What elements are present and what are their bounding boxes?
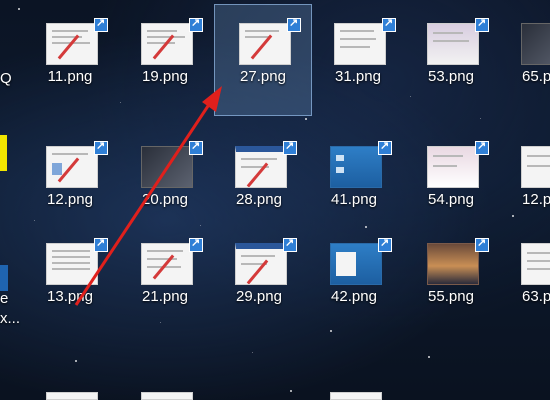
file-thumbnail (521, 146, 550, 188)
shortcut-arrow-icon (475, 16, 489, 32)
shortcut-arrow-icon (287, 16, 301, 32)
file-name: 63.png (522, 288, 550, 305)
desktop-file[interactable]: 63.png (497, 225, 550, 335)
file-thumbnail (330, 146, 382, 188)
file-name: 21.png (142, 288, 188, 305)
file-name: 54.png (428, 191, 474, 208)
file-thumbnail (235, 243, 287, 285)
file-thumbnail (427, 23, 479, 65)
file-thumbnail (427, 146, 479, 188)
desktop-file[interactable] (22, 378, 118, 400)
file-name: 65.png (522, 68, 550, 85)
file-name: 12.png (47, 191, 93, 208)
file-name: 31.png (335, 68, 381, 85)
desktop-file[interactable]: 55.png (403, 225, 499, 335)
file-name: 42.png (331, 288, 377, 305)
shortcut-arrow-icon (94, 16, 108, 32)
shortcut-arrow-icon (475, 236, 489, 252)
desktop-file[interactable]: 12.png (497, 128, 550, 238)
desktop-file[interactable]: 31.png (310, 5, 406, 115)
desktop-file[interactable]: 42.png (306, 225, 402, 335)
file-thumbnail (46, 243, 98, 285)
desktop-file[interactable] (306, 378, 402, 400)
file-name: 27.png (240, 68, 286, 85)
shortcut-arrow-icon (94, 139, 108, 155)
desktop-file[interactable]: 53.png (403, 5, 499, 115)
file-thumbnail (46, 23, 98, 65)
edge-label-row3b: x... (0, 310, 21, 327)
desktop-file[interactable]: 28.png (211, 128, 307, 238)
file-thumbnail (521, 23, 550, 65)
shortcut-arrow-icon (475, 139, 489, 155)
edge-label-row1: Q (0, 70, 12, 87)
file-thumbnail (239, 23, 291, 65)
file-thumbnail (141, 146, 193, 188)
shortcut-arrow-icon (283, 236, 297, 252)
file-name: 55.png (428, 288, 474, 305)
file-thumbnail (521, 243, 550, 285)
file-thumbnail (141, 23, 193, 65)
file-thumbnail (330, 243, 382, 285)
file-name: 28.png (236, 191, 282, 208)
shortcut-arrow-icon (283, 139, 297, 155)
shortcut-arrow-icon (189, 139, 203, 155)
file-thumbnail (46, 392, 98, 400)
desktop-file[interactable]: 21.png (117, 225, 213, 335)
file-thumbnail (427, 243, 479, 285)
edge-label-row3a: e (0, 290, 9, 307)
file-name: 29.png (236, 288, 282, 305)
file-name: 20.png (142, 191, 188, 208)
desktop-file[interactable]: 29.png (211, 225, 307, 335)
file-thumbnail (330, 392, 382, 400)
desktop-file[interactable]: 65.png (497, 5, 550, 115)
file-thumbnail (334, 23, 386, 65)
desktop-file-selected[interactable]: 27.png (214, 4, 312, 116)
shortcut-arrow-icon (189, 16, 203, 32)
file-thumbnail (46, 146, 98, 188)
file-name: 12.png (522, 191, 550, 208)
desktop-file[interactable]: 54.png (403, 128, 499, 238)
desktop-file[interactable]: 19.png (117, 5, 213, 115)
partial-file-icon[interactable] (0, 135, 7, 171)
file-name: 13.png (47, 288, 93, 305)
file-thumbnail (235, 146, 287, 188)
file-name: 41.png (331, 191, 377, 208)
file-thumbnail (141, 392, 193, 400)
desktop-file[interactable]: 41.png (306, 128, 402, 238)
shortcut-arrow-icon (378, 236, 392, 252)
desktop-file[interactable]: 12.png (22, 128, 118, 238)
desktop-file[interactable]: 20.png (117, 128, 213, 238)
shortcut-arrow-icon (382, 16, 396, 32)
file-name: 19.png (142, 68, 188, 85)
desktop-file[interactable] (117, 378, 213, 400)
shortcut-arrow-icon (94, 236, 108, 252)
file-thumbnail (141, 243, 193, 285)
partial-file-icon[interactable] (0, 265, 8, 291)
shortcut-arrow-icon (378, 139, 392, 155)
file-name: 11.png (47, 68, 93, 85)
desktop-file[interactable]: 13.png (22, 225, 118, 335)
desktop-file[interactable]: 11.png (22, 5, 118, 115)
shortcut-arrow-icon (189, 236, 203, 252)
file-name: 53.png (428, 68, 474, 85)
